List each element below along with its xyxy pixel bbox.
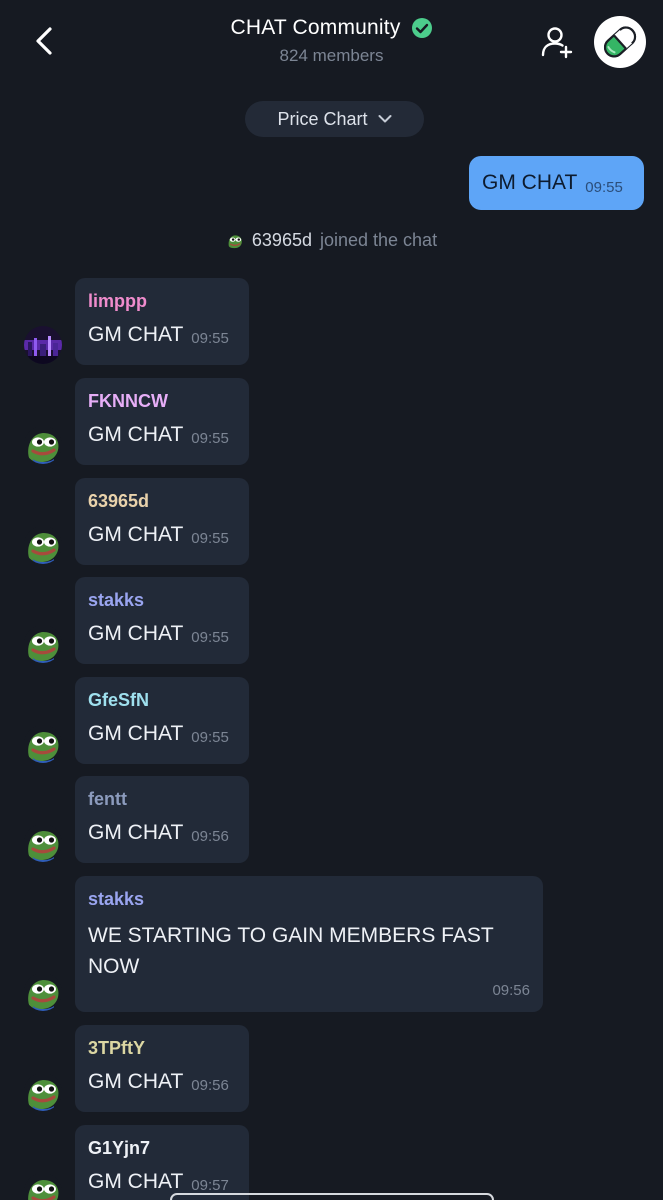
sender-name[interactable]: fentt — [88, 789, 236, 810]
pepe-avatar[interactable] — [24, 725, 62, 763]
message-text: GM CHAT — [88, 423, 184, 446]
message-time: 09:55 — [191, 430, 229, 447]
pepe-avatar[interactable] — [24, 1073, 62, 1111]
sender-name[interactable]: stakks — [88, 889, 530, 910]
message-text: WE STARTING TO GAIN MEMBERS FAST NOW — [88, 924, 494, 978]
message-row: stakks WE STARTING TO GAIN MEMBERS FAST N… — [0, 876, 663, 1012]
message-row: FKNNCW GM CHAT 09:55 — [0, 378, 663, 465]
message-content: GM CHAT 09:57 — [88, 1169, 236, 1195]
message-text: GM CHAT — [88, 821, 184, 844]
join-notice-name[interactable]: 63965d — [252, 230, 312, 251]
message-text: GM CHAT — [88, 622, 184, 645]
message-content: GM CHAT 09:56 — [88, 820, 236, 846]
message-time: 09:56 — [191, 828, 229, 845]
sender-name[interactable]: limppp — [88, 291, 236, 312]
home-indicator[interactable] — [170, 1193, 494, 1200]
sender-name[interactable]: stakks — [88, 590, 236, 611]
purple-avatar[interactable] — [24, 326, 62, 364]
message-content: WE STARTING TO GAIN MEMBERS FAST NOW — [88, 920, 530, 982]
message-time: 09:55 — [191, 330, 229, 347]
message-content: GM CHAT 09:55 — [88, 721, 236, 747]
message-time: 09:55 — [191, 629, 229, 646]
pepe-avatar-icon — [226, 231, 244, 250]
sender-name[interactable]: G1Yjn7 — [88, 1138, 236, 1159]
message-bubble[interactable]: fentt GM CHAT 09:56 — [75, 776, 249, 863]
message-content: GM CHAT 09:55 — [88, 522, 236, 548]
join-notice: 63965d joined the chat — [0, 230, 663, 255]
message-row: GfeSfN GM CHAT 09:55 — [0, 677, 663, 764]
pepe-avatar[interactable] — [24, 526, 62, 564]
price-chart-dropdown[interactable]: Price Chart — [245, 101, 424, 137]
message-time: 09:55 — [191, 530, 229, 547]
sender-name[interactable]: GfeSfN — [88, 690, 236, 711]
pepe-avatar[interactable] — [24, 1173, 62, 1200]
pepe-avatar[interactable] — [24, 625, 62, 663]
sender-name[interactable]: 63965d — [88, 491, 236, 512]
message-bubble[interactable]: FKNNCW GM CHAT 09:55 — [75, 378, 249, 465]
join-notice-text: joined the chat — [319, 230, 438, 250]
message-content: GM CHAT 09:55 — [88, 322, 236, 348]
message-row: 63965d GM CHAT 09:55 — [0, 478, 663, 565]
message-text: GM CHAT — [88, 1070, 184, 1093]
pepe-avatar[interactable] — [24, 426, 62, 464]
message-content: GM CHAT 09:55 — [88, 422, 236, 448]
pepe-avatar[interactable] — [24, 973, 62, 1011]
message-bubble[interactable]: 63965d GM CHAT 09:55 — [75, 478, 249, 565]
message-content: GM CHAT 09:55 — [88, 621, 236, 647]
message-row: limppp GM CHAT 09:55 — [0, 278, 663, 365]
message-bubble[interactable]: stakks WE STARTING TO GAIN MEMBERS FAST N… — [75, 876, 543, 1012]
verified-check-icon — [411, 18, 432, 38]
chat-screen: CHAT Community 824 members Price Chart G… — [0, 0, 663, 1200]
outgoing-message-text: GM CHAT — [482, 171, 578, 194]
message-time: 09:56 — [191, 1077, 229, 1094]
group-avatar[interactable] — [594, 16, 646, 68]
message-time: 09:56 — [492, 982, 530, 999]
sender-name[interactable]: 3TPftY — [88, 1038, 236, 1059]
message-bubble[interactable]: 3TPftY GM CHAT 09:56 — [75, 1025, 249, 1112]
chat-title: CHAT Community — [230, 16, 401, 39]
message-bubble[interactable]: G1Yjn7 GM CHAT 09:57 — [75, 1125, 249, 1200]
message-text: GM CHAT — [88, 1170, 184, 1193]
chevron-down-icon — [378, 115, 392, 123]
message-text: GM CHAT — [88, 722, 184, 745]
outgoing-message[interactable]: GM CHAT 09:55 — [469, 156, 644, 210]
message-bubble[interactable]: stakks GM CHAT 09:55 — [75, 577, 249, 664]
chat-header: CHAT Community 824 members — [0, 0, 663, 90]
message-row: stakks GM CHAT 09:55 — [0, 577, 663, 664]
message-content: GM CHAT 09:56 — [88, 1069, 236, 1095]
message-row: 3TPftY GM CHAT 09:56 — [0, 1025, 663, 1112]
price-chart-label: Price Chart — [277, 108, 368, 129]
message-text: GM CHAT — [88, 323, 184, 346]
message-bubble[interactable]: limppp GM CHAT 09:55 — [75, 278, 249, 365]
message-bubble[interactable]: GfeSfN GM CHAT 09:55 — [75, 677, 249, 764]
pepe-avatar[interactable] — [24, 824, 62, 862]
message-time: 09:55 — [191, 729, 229, 746]
message-text: GM CHAT — [88, 523, 184, 546]
message-time: 09:57 — [191, 1177, 229, 1194]
add-member-icon[interactable] — [540, 24, 576, 60]
outgoing-message-time: 09:55 — [585, 178, 623, 196]
message-row: fentt GM CHAT 09:56 — [0, 776, 663, 863]
pill-logo-icon — [603, 26, 637, 58]
message-row: G1Yjn7 GM CHAT 09:57 — [0, 1125, 663, 1200]
sender-name[interactable]: FKNNCW — [88, 391, 236, 412]
